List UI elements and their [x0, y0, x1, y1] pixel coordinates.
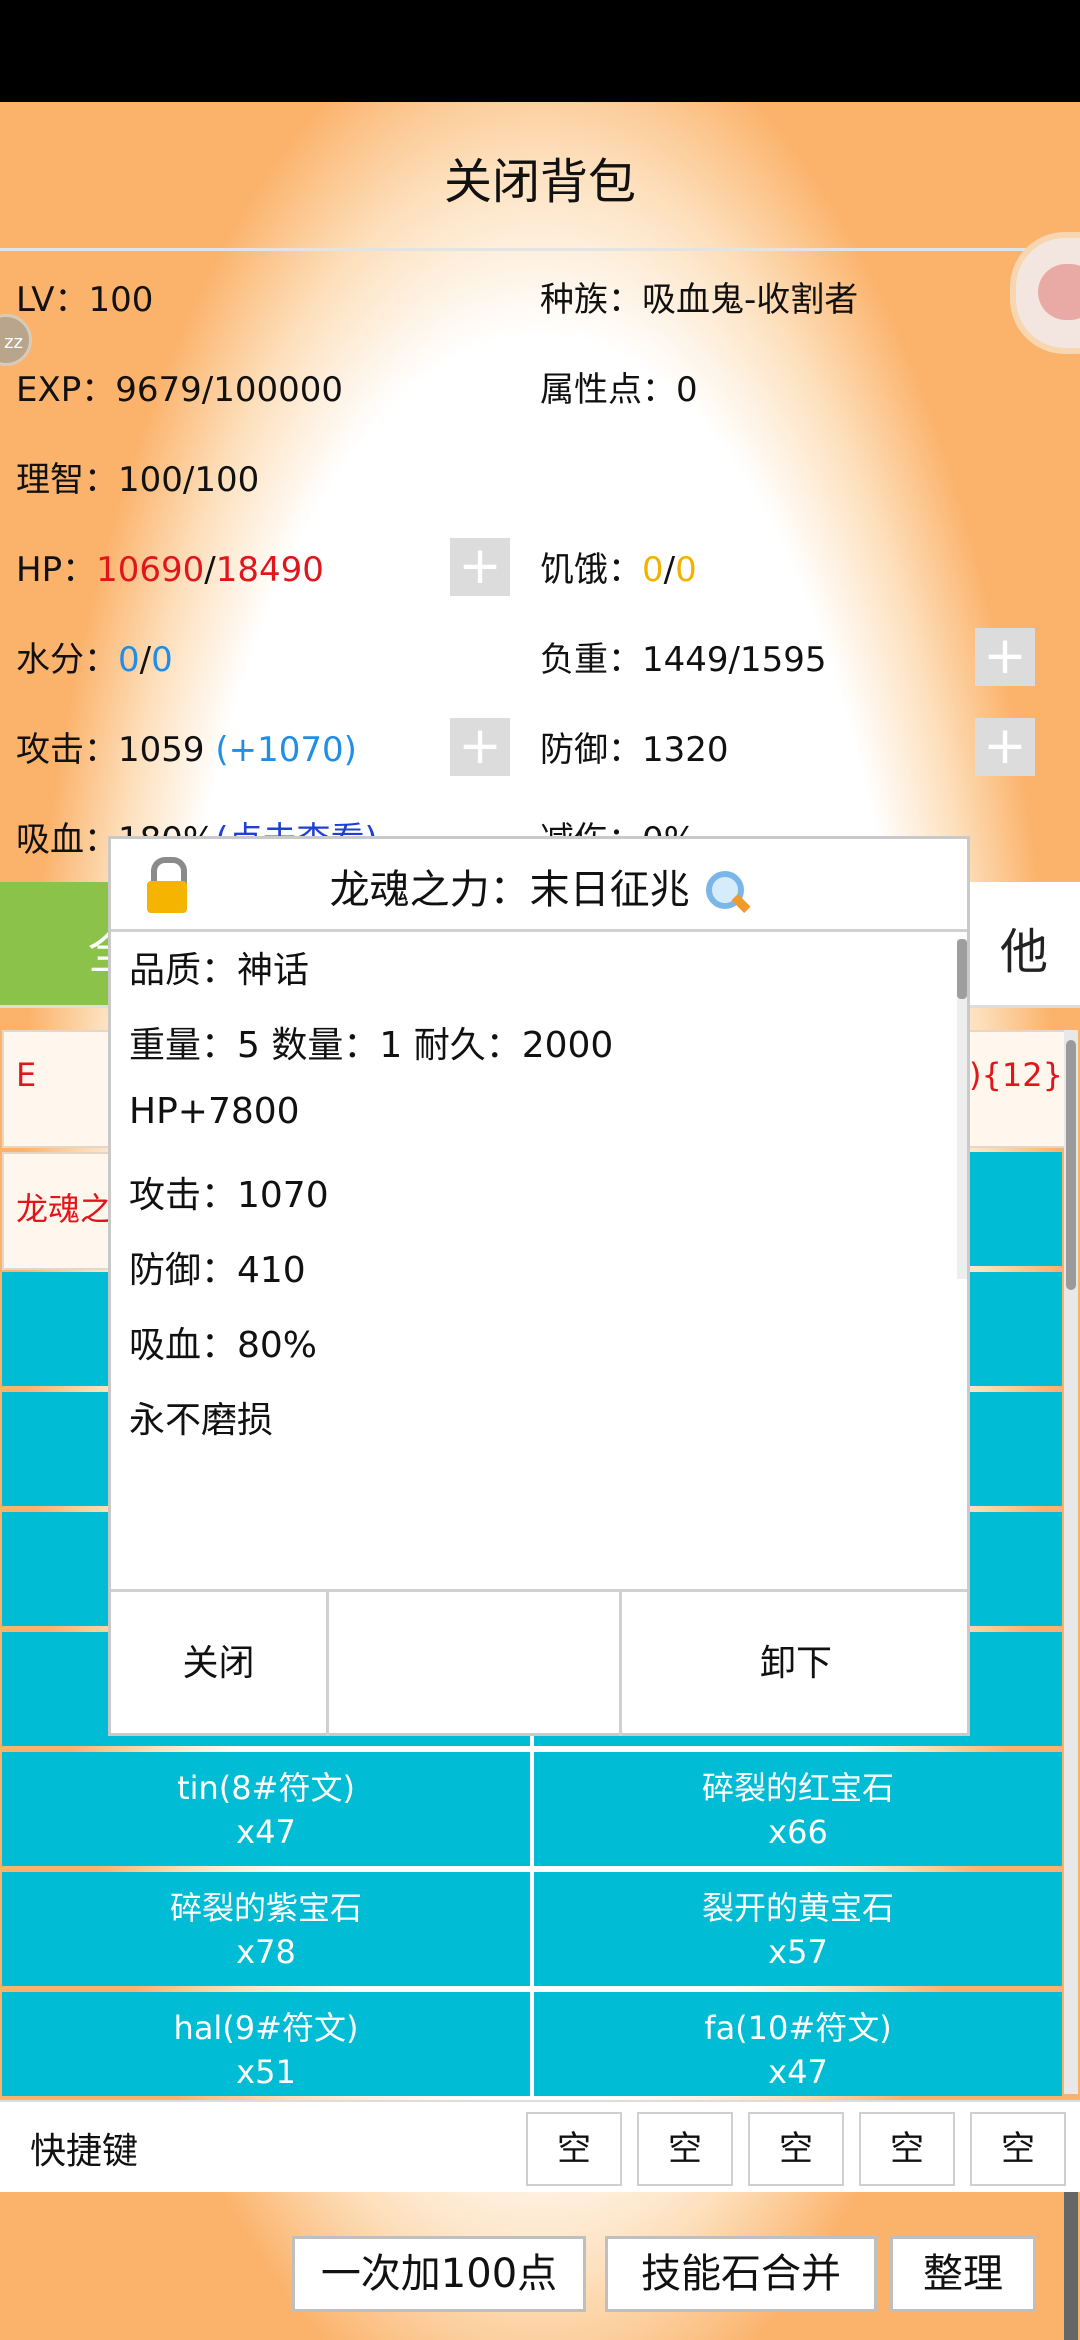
- empty-action-slot: [329, 1592, 619, 1736]
- quickbar-slot[interactable]: 空: [748, 2112, 844, 2186]
- dialog-line: 重量：5 数量：1 耐久：2000: [129, 1025, 614, 1066]
- stat-hp: HP：10690/18490: [16, 550, 324, 590]
- dialog-line: 永不磨损: [129, 1400, 274, 1441]
- item-detail-dialog: 龙魂之力：末日征兆 品质：神话 重量：5 数量：1 耐久：2000 HP+780…: [108, 836, 970, 1736]
- page-scrollbar[interactable]: [1064, 2192, 1078, 2340]
- stat-sanity: 理智：100/100: [16, 460, 260, 500]
- dialog-line: 防御：410: [129, 1250, 306, 1291]
- dialog-title: 龙魂之力：末日征兆: [111, 857, 967, 915]
- inventory-item[interactable]: 碎裂的紫宝石 x78: [2, 1872, 530, 1986]
- dialog-line: HP+7800: [129, 1091, 300, 1132]
- defense-plus-button[interactable]: +: [975, 718, 1035, 776]
- quickbar-slot[interactable]: 空: [859, 2112, 955, 2186]
- stat-attr-points: 属性点：0: [540, 370, 698, 410]
- status-bar: [0, 0, 1080, 102]
- magnifier-icon[interactable]: [702, 869, 751, 915]
- divider: [0, 248, 1080, 251]
- close-bag-button[interactable]: 关闭背包: [0, 142, 1080, 212]
- quickbar: 快捷键 空 空 空 空 空: [0, 2100, 1080, 2192]
- quickbar-slot[interactable]: 空: [526, 2112, 622, 2186]
- dialog-line: 品质：神话: [129, 950, 310, 991]
- stat-race: 种族：吸血鬼-收割者: [540, 280, 859, 320]
- quickbar-label: 快捷键: [30, 2131, 139, 2172]
- quickbar-slot[interactable]: 空: [637, 2112, 733, 2186]
- quickbar-slot[interactable]: 空: [970, 2112, 1066, 2186]
- inventory-item[interactable]: 裂开的黄宝石 x57: [534, 1872, 1062, 1986]
- stat-defense: 防御：1320: [540, 730, 729, 770]
- sort-button[interactable]: 整理: [890, 2236, 1036, 2312]
- sleep-float-icon[interactable]: zz: [0, 314, 32, 366]
- inventory-item[interactable]: hal(9#符文) x51: [2, 1992, 530, 2096]
- hp-plus-button[interactable]: +: [450, 538, 510, 596]
- dialog-header: 龙魂之力：末日征兆: [111, 839, 967, 932]
- stat-hunger: 饥饿：0/0: [540, 550, 697, 590]
- inventory-item[interactable]: 碎裂的红宝石 x66: [534, 1752, 1062, 1866]
- inventory-cell[interactable]: [970, 1152, 1062, 1266]
- inventory-scrollbar[interactable]: [1064, 1030, 1078, 2094]
- inventory-item[interactable]: fa(10#符文) x47: [534, 1992, 1062, 2096]
- add-100-points-button[interactable]: 一次加100点: [292, 2236, 586, 2312]
- attack-plus-button[interactable]: +: [450, 718, 510, 776]
- stat-water: 水分：0/0: [16, 640, 173, 680]
- stat-exp: EXP：9679/100000: [16, 370, 344, 410]
- unequip-button[interactable]: 卸下: [619, 1592, 970, 1736]
- dialog-line: 攻击：1070: [129, 1175, 329, 1216]
- dialog-line: 吸血：80%: [129, 1325, 318, 1366]
- close-button[interactable]: 关闭: [111, 1592, 329, 1736]
- skill-stone-merge-button[interactable]: 技能石合并: [605, 2236, 877, 2312]
- stat-lv: LV：100: [16, 280, 154, 320]
- tab-other[interactable]: 他: [1000, 912, 1048, 982]
- stat-attack: 攻击：1059 (+1070): [16, 730, 357, 770]
- dialog-scrollbar[interactable]: [957, 939, 967, 1279]
- inventory-item[interactable]: tin(8#符文) x47: [2, 1752, 530, 1866]
- dialog-footer: 关闭 卸下: [111, 1589, 967, 1736]
- tab-all[interactable]: 全: [0, 882, 136, 1005]
- load-plus-button[interactable]: +: [975, 628, 1035, 686]
- stat-load: 负重：1449/1595: [540, 640, 827, 680]
